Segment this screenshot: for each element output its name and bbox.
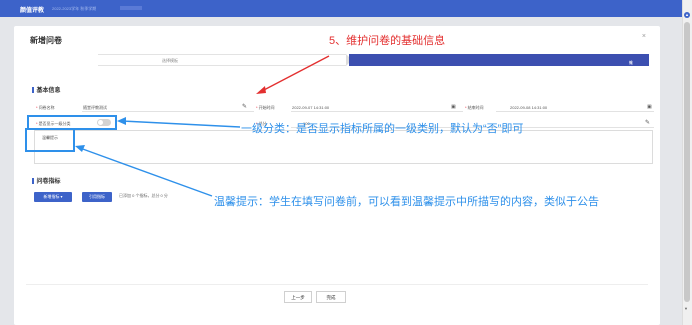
topbar-chip[interactable] xyxy=(120,6,142,10)
annotation-tip: 温馨提示：学生在填写问卷前，可以看到温馨提示中所描写的内容，类似于公告 xyxy=(214,196,599,208)
basic-info-title: 基本信息 xyxy=(32,85,61,94)
edit-icon: ✎ xyxy=(645,120,651,126)
chevron-down-icon: ▾ xyxy=(59,194,63,199)
term-text: 2022-2023学年 秋季学期 xyxy=(52,6,97,11)
name-label: *问卷名称 xyxy=(36,105,55,110)
end-time-label: *结束时间 xyxy=(465,105,484,110)
form-row-name-time: *问卷名称 随堂评教测试 ✎ *开始时间 2022-09-07 14:31:00… xyxy=(34,103,654,112)
start-time-field[interactable]: 2022-09-07 14:31:00 ▣ xyxy=(291,103,463,112)
calendar-icon: ▣ xyxy=(647,104,652,110)
add-questionnaire-modal: 新增问卷 × 选择模板 ✎ 维护问卷 基本信息 *问卷名称 随堂评教测试 ✎ *… xyxy=(14,26,660,325)
cite-index-button[interactable]: 引用指标 xyxy=(82,192,112,202)
tip-highlight-box xyxy=(25,128,75,152)
index-section-title: 问卷指标 xyxy=(32,176,61,185)
index-summary: 已添加 0 个指标，总分 0 分 xyxy=(119,193,168,198)
name-field[interactable]: 随堂评教测试 ✎ xyxy=(82,103,254,112)
end-time-field[interactable]: 2022-09-08 14:31:00 ▣ xyxy=(496,103,654,112)
footer-divider xyxy=(26,284,648,285)
calendar-icon: ▣ xyxy=(451,104,456,110)
close-icon[interactable]: × xyxy=(642,33,646,40)
edit-icon: ✎ xyxy=(242,104,248,110)
add-index-button[interactable]: 新增指标 ▾ xyxy=(34,192,72,202)
prev-step-button[interactable]: 上一步 xyxy=(284,291,312,303)
scroll-down-icon[interactable]: ▼ xyxy=(684,306,688,311)
step-label: 选择模板 xyxy=(162,58,178,63)
finish-button[interactable]: 完成 xyxy=(316,291,346,303)
annotation-step5: 5、维护问卷的基础信息 xyxy=(329,35,446,47)
top-bar: 颜值评教 2022-2023学年 秋季学期 xyxy=(0,0,682,17)
modal-title: 新增问卷 xyxy=(30,36,62,45)
scroll-thumb[interactable] xyxy=(684,22,690,302)
step-maintain-questionnaire[interactable]: ✎ 维护问卷 xyxy=(349,54,649,83)
app-brand: 颜值评教 xyxy=(20,8,45,14)
annotation-category: 一级分类：是否显示指标所属的一级类别，默认为“否”即可 xyxy=(241,123,524,135)
step-bar: 选择模板 ✎ 维护问卷 xyxy=(98,54,649,83)
start-time-label: *开始时间 xyxy=(256,105,275,110)
step-select-template[interactable]: 选择模板 xyxy=(98,54,346,66)
scroll-up-icon[interactable]: ▲ xyxy=(684,12,690,18)
